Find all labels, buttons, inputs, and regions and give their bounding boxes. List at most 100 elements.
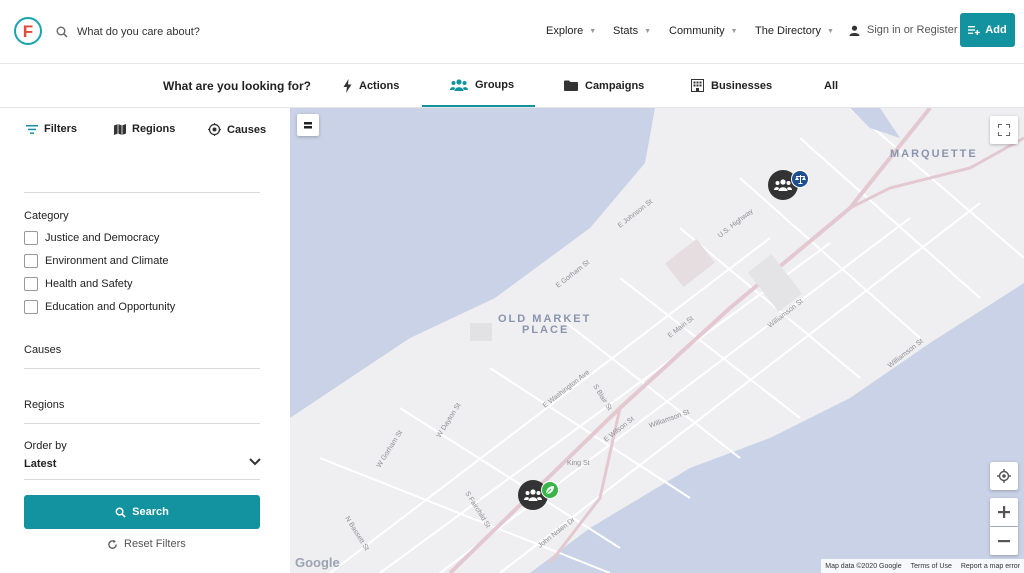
checkbox[interactable]: [24, 300, 38, 314]
groups-icon: [774, 179, 792, 191]
divider: [24, 479, 260, 480]
chevron-down-icon: ▼: [644, 27, 652, 35]
category-education-and-opportunity[interactable]: Education and Opportunity: [24, 300, 175, 314]
brand-logo[interactable]: F: [14, 17, 42, 45]
category-option-label: Justice and Democracy: [45, 232, 160, 244]
scales-glyph: [794, 174, 806, 184]
chevron-down-icon: ▼: [827, 27, 834, 35]
sign-in-label: Sign in or Register: [867, 24, 958, 36]
sign-in-register-link[interactable]: Sign in or Register: [849, 24, 958, 36]
chevron-down-icon: ▼: [589, 27, 597, 35]
search-icon: [115, 507, 126, 518]
category-option-label: Education and Opportunity: [45, 301, 176, 313]
map-area-label-old-market-place: PLACE: [522, 324, 570, 336]
divider: [24, 423, 260, 424]
menu-icon: [304, 121, 312, 128]
zoom-in-button[interactable]: [990, 498, 1018, 526]
fullscreen-icon: [998, 124, 1010, 136]
street-label: King St: [567, 460, 590, 467]
groups-icon: [524, 489, 542, 501]
tab-businesses-label: Businesses: [711, 79, 773, 92]
map-attribution: Map data ©2020 Google Terms of Use Repor…: [821, 559, 1024, 573]
crosshair-icon: [997, 469, 1011, 483]
tab-groups-label: Groups: [475, 78, 515, 91]
nav-stats-label: Stats: [613, 25, 639, 37]
map-base-layer: E Johnson St E Gorham St E Main St S Bla…: [290, 108, 1024, 573]
nav-explore-label: Explore: [546, 25, 584, 37]
causes-field[interactable]: Causes: [24, 344, 61, 356]
filter-tab-regions-label: Regions: [132, 123, 176, 135]
search-button[interactable]: Search: [24, 495, 260, 529]
groups-icon: [450, 78, 468, 91]
category-option-label: Health and Safety: [45, 278, 133, 290]
regions-field[interactable]: Regions: [24, 399, 64, 411]
map-view[interactable]: E Johnson St E Gorham St E Main St S Bla…: [290, 108, 1024, 573]
checkbox[interactable]: [24, 277, 38, 291]
tab-actions[interactable]: Actions: [343, 64, 399, 107]
search-input[interactable]: [77, 22, 297, 42]
chevron-down-icon[interactable]: [249, 458, 261, 466]
plus-icon: [998, 506, 1010, 518]
nav-explore[interactable]: Explore ▼: [546, 25, 596, 37]
my-location-button[interactable]: [990, 462, 1018, 490]
category-environment-and-climate[interactable]: Environment and Climate: [24, 254, 169, 268]
map-data-credit: Map data ©2020 Google: [825, 562, 902, 570]
tab-groups[interactable]: Groups: [422, 64, 535, 107]
add-button-label: Add: [985, 24, 1007, 36]
filter-tab-causes-label: Causes: [227, 123, 267, 136]
category-option-label: Environment and Climate: [45, 255, 169, 267]
leaf-icon: [541, 481, 559, 499]
order-by-label: Order by: [24, 440, 67, 452]
tabs-question: What are you looking for?: [163, 79, 312, 93]
filter-tab-filters[interactable]: Filters: [26, 123, 77, 135]
folder-icon: [564, 80, 578, 91]
target-icon: [208, 123, 221, 136]
order-by-select[interactable]: Latest: [24, 458, 56, 470]
nav-directory-label: The Directory: [755, 25, 822, 37]
report-map-error-link[interactable]: Report a map error: [961, 563, 1020, 570]
fullscreen-button[interactable]: [990, 116, 1018, 144]
zoom-out-button[interactable]: [990, 527, 1018, 555]
top-navigation-bar: F Explore ▼ Stats ▼ Community ▼ The Dire…: [0, 0, 1024, 64]
building-icon: [691, 79, 704, 92]
tab-all-label: All: [824, 79, 839, 92]
tab-all[interactable]: All: [824, 64, 838, 107]
divider: [24, 192, 260, 193]
filter-tab-causes[interactable]: Causes: [208, 123, 266, 136]
leaf-glyph: [545, 486, 554, 495]
content-type-tabbar: What are you looking for? Actions Groups…: [0, 64, 1024, 108]
nav-stats[interactable]: Stats ▼: [613, 25, 651, 37]
reset-filters-button[interactable]: Reset Filters: [107, 538, 186, 550]
search-button-label: Search: [132, 506, 169, 518]
terms-of-use-link[interactable]: Terms of Use: [911, 563, 952, 570]
nav-the-directory[interactable]: The Directory ▼: [755, 25, 834, 37]
google-logo: Google: [295, 555, 340, 570]
chevron-down-icon: ▼: [730, 27, 738, 35]
map-layers-toggle-button[interactable]: [297, 114, 319, 136]
map-icon: [114, 123, 126, 135]
category-justice-and-democracy[interactable]: Justice and Democracy: [24, 231, 159, 245]
filter-lines-icon: [26, 124, 38, 134]
reset-filters-label: Reset Filters: [124, 538, 186, 550]
tab-businesses[interactable]: Businesses: [691, 64, 772, 107]
nav-community-label: Community: [669, 25, 725, 37]
scales-icon: [791, 170, 809, 188]
minus-icon: [998, 540, 1010, 543]
nav-community[interactable]: Community ▼: [669, 25, 738, 37]
brand-logo-letter: F: [22, 21, 34, 41]
checkbox[interactable]: [24, 254, 38, 268]
filters-sidebar: Filters Regions Causes Category Justice …: [0, 108, 290, 573]
divider: [24, 368, 260, 369]
checkbox[interactable]: [24, 231, 38, 245]
add-button[interactable]: Add: [960, 13, 1015, 47]
list-add-icon: [968, 26, 981, 35]
map-area-label-marquette: MARQUETTE: [890, 148, 978, 160]
filter-tab-regions[interactable]: Regions: [114, 123, 175, 135]
tab-campaigns-label: Campaigns: [585, 79, 645, 92]
user-icon: [849, 25, 860, 36]
category-label: Category: [24, 210, 69, 222]
category-health-and-safety[interactable]: Health and Safety: [24, 277, 132, 291]
search-icon: [56, 26, 68, 38]
filter-tab-filters-label: Filters: [44, 123, 78, 135]
tab-campaigns[interactable]: Campaigns: [564, 64, 644, 107]
